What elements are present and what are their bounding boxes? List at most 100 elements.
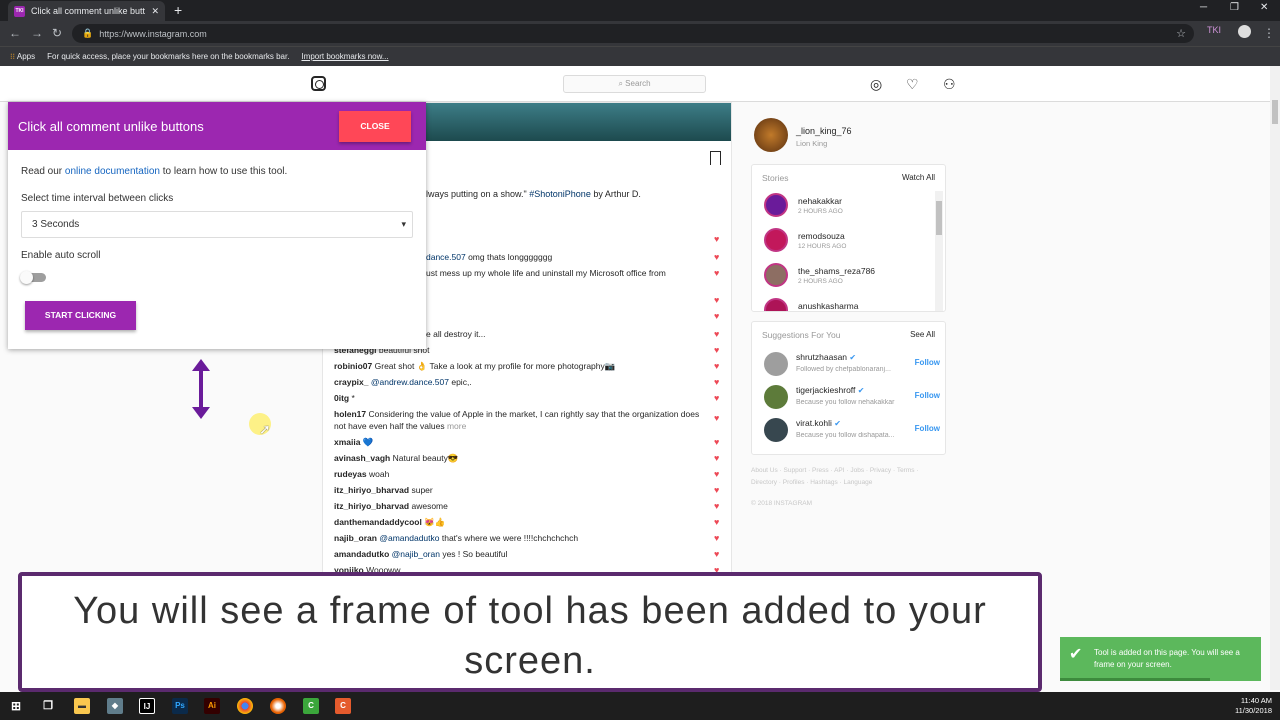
photoshop-icon[interactable]: Ps: [172, 698, 188, 714]
interval-select[interactable]: 3 Seconds: [21, 211, 413, 238]
comment-username[interactable]: danthemandaddycool: [334, 517, 422, 527]
current-user[interactable]: _lion_king_76 Lion King: [754, 118, 954, 154]
camtasia-icon[interactable]: C: [303, 698, 319, 714]
instagram-logo-icon[interactable]: [311, 76, 326, 91]
documentation-link[interactable]: online documentation: [65, 166, 160, 177]
close-button[interactable]: CLOSE: [339, 111, 411, 142]
comment-like-heart-icon[interactable]: ♥: [714, 362, 722, 371]
system-clock[interactable]: 11:40 AM 11/30/2018: [1235, 696, 1272, 716]
window-close-icon[interactable]: ✕: [1260, 2, 1268, 13]
comment-username[interactable]: robinio07: [334, 361, 372, 371]
camtasia-recorder-icon[interactable]: C: [335, 698, 351, 714]
story-item[interactable]: remodsouza 12 HOURS AGO: [762, 226, 942, 256]
new-tab-button[interactable]: +: [174, 2, 182, 18]
comment-like-heart-icon[interactable]: ♥: [714, 550, 722, 559]
suggestion-name[interactable]: virat.kohli: [796, 418, 832, 428]
story-username[interactable]: remodsouza: [798, 231, 845, 241]
apps-shortcut[interactable]: ⁝⁝ Apps: [10, 52, 35, 61]
story-username[interactable]: the_shams_reza786: [798, 266, 875, 276]
tab-close-icon[interactable]: ✕: [151, 6, 159, 17]
save-bookmark-icon[interactable]: [710, 151, 721, 165]
more-link[interactable]: more: [447, 421, 466, 431]
activity-heart-icon[interactable]: ♡: [906, 76, 919, 93]
comment-like-heart-icon[interactable]: ♥: [714, 470, 722, 479]
bookmark-star-icon[interactable]: ☆: [1176, 27, 1186, 40]
avatar[interactable]: [764, 228, 788, 252]
profile-avatar-icon[interactable]: [1238, 25, 1251, 38]
suggestion-username[interactable]: tigerjackieshroff ✔: [796, 385, 864, 395]
comment-like-heart-icon[interactable]: ♥: [714, 253, 722, 262]
restore-icon[interactable]: ❐: [1230, 2, 1239, 13]
comment-username[interactable]: 0itg: [334, 393, 349, 403]
menu-kebab-icon[interactable]: ⋮: [1263, 26, 1275, 40]
avatar[interactable]: [764, 298, 788, 311]
comment-username[interactable]: avinash_vagh: [334, 453, 390, 463]
intellij-icon[interactable]: IJ: [139, 698, 155, 714]
comment-like-heart-icon[interactable]: ♥: [714, 414, 722, 423]
avatar[interactable]: [764, 418, 788, 442]
comment-like-heart-icon[interactable]: ♥: [714, 438, 722, 447]
firefox-icon[interactable]: [270, 698, 286, 714]
follow-button[interactable]: Follow: [915, 424, 940, 433]
start-clicking-button[interactable]: START CLICKING: [25, 301, 136, 330]
comment-mention[interactable]: @amandadutko: [379, 533, 439, 543]
avatar[interactable]: [764, 263, 788, 287]
explore-compass-icon[interactable]: ◎: [870, 76, 882, 93]
avatar[interactable]: [754, 118, 788, 152]
suggestion-name[interactable]: tigerjackieshroff: [796, 385, 855, 395]
see-all-link[interactable]: See All: [910, 330, 935, 339]
follow-button[interactable]: Follow: [915, 391, 940, 400]
caption-hashtag[interactable]: #ShotoniPhone: [529, 189, 591, 199]
comment-username[interactable]: itz_hiriyo_bharvad: [334, 485, 409, 495]
start-windows-icon[interactable]: ⊞: [8, 698, 24, 714]
toast-notification[interactable]: ✔ Tool is added on this page. You will s…: [1060, 637, 1261, 681]
extension-icon[interactable]: TKI: [1207, 25, 1221, 35]
avatar[interactable]: [764, 385, 788, 409]
comment-username[interactable]: craypix_: [334, 377, 369, 387]
story-item[interactable]: the_shams_reza786 2 HOURS AGO: [762, 261, 942, 291]
suggestion-username[interactable]: virat.kohli ✔: [796, 418, 841, 428]
app-icon[interactable]: ◆: [107, 698, 123, 714]
stories-scrollbar[interactable]: [935, 191, 943, 311]
comment-like-heart-icon[interactable]: ♥: [714, 269, 722, 278]
comment-username[interactable]: rudeyas: [334, 469, 367, 479]
comment-like-heart-icon[interactable]: ♥: [714, 534, 722, 543]
comment-like-heart-icon[interactable]: ♥: [714, 235, 722, 244]
back-icon[interactable]: ←: [9, 26, 21, 40]
url-field[interactable]: 🔒 https://www.instagram.com ☆: [72, 24, 1194, 43]
comment-username[interactable]: najib_oran: [334, 533, 377, 543]
scrollbar-thumb[interactable]: [1272, 100, 1278, 124]
comment-like-heart-icon[interactable]: ♥: [714, 394, 722, 403]
comment-mention[interactable]: @andrew.dance.507: [371, 377, 449, 387]
comment-like-heart-icon[interactable]: ♥: [714, 518, 722, 527]
chrome-icon[interactable]: [237, 698, 253, 714]
follow-button[interactable]: Follow: [915, 358, 940, 367]
reload-icon[interactable]: ↻: [52, 26, 62, 40]
watch-all-link[interactable]: Watch All: [902, 173, 935, 182]
comment-username[interactable]: itz_hiriyo_bharvad: [334, 501, 409, 511]
comment-username[interactable]: holen17: [334, 409, 366, 419]
suggestion-username[interactable]: shrutzhaasan ✔: [796, 352, 856, 362]
comment-like-heart-icon[interactable]: ♥: [714, 346, 722, 355]
story-username[interactable]: nehakakkar: [798, 196, 842, 206]
comment-username[interactable]: amandadutko: [334, 549, 389, 559]
story-username[interactable]: anushkasharma: [798, 301, 858, 311]
page-scrollbar[interactable]: [1270, 66, 1280, 690]
illustrator-icon[interactable]: Ai: [204, 698, 220, 714]
comment-like-heart-icon[interactable]: ♥: [714, 312, 722, 321]
search-input[interactable]: ⌕ Search: [563, 75, 706, 93]
suggestion-name[interactable]: shrutzhaasan: [796, 352, 847, 362]
story-item[interactable]: anushkasharma: [762, 296, 942, 311]
avatar[interactable]: [764, 352, 788, 376]
minimize-icon[interactable]: ─: [1200, 2, 1207, 13]
profile-person-icon[interactable]: ⚇: [943, 76, 956, 93]
forward-icon[interactable]: →: [31, 26, 43, 40]
story-item[interactable]: nehakakkar 2 HOURS AGO: [762, 191, 942, 221]
comment-like-heart-icon[interactable]: ♥: [714, 502, 722, 511]
import-bookmarks-link[interactable]: Import bookmarks now...: [301, 52, 388, 61]
footer-links[interactable]: About Us · Support · Press · API · Jobs …: [751, 465, 941, 489]
file-explorer-icon[interactable]: ▬: [74, 698, 90, 714]
comment-like-heart-icon[interactable]: ♥: [714, 378, 722, 387]
avatar[interactable]: [764, 193, 788, 217]
current-username[interactable]: _lion_king_76: [796, 126, 852, 136]
